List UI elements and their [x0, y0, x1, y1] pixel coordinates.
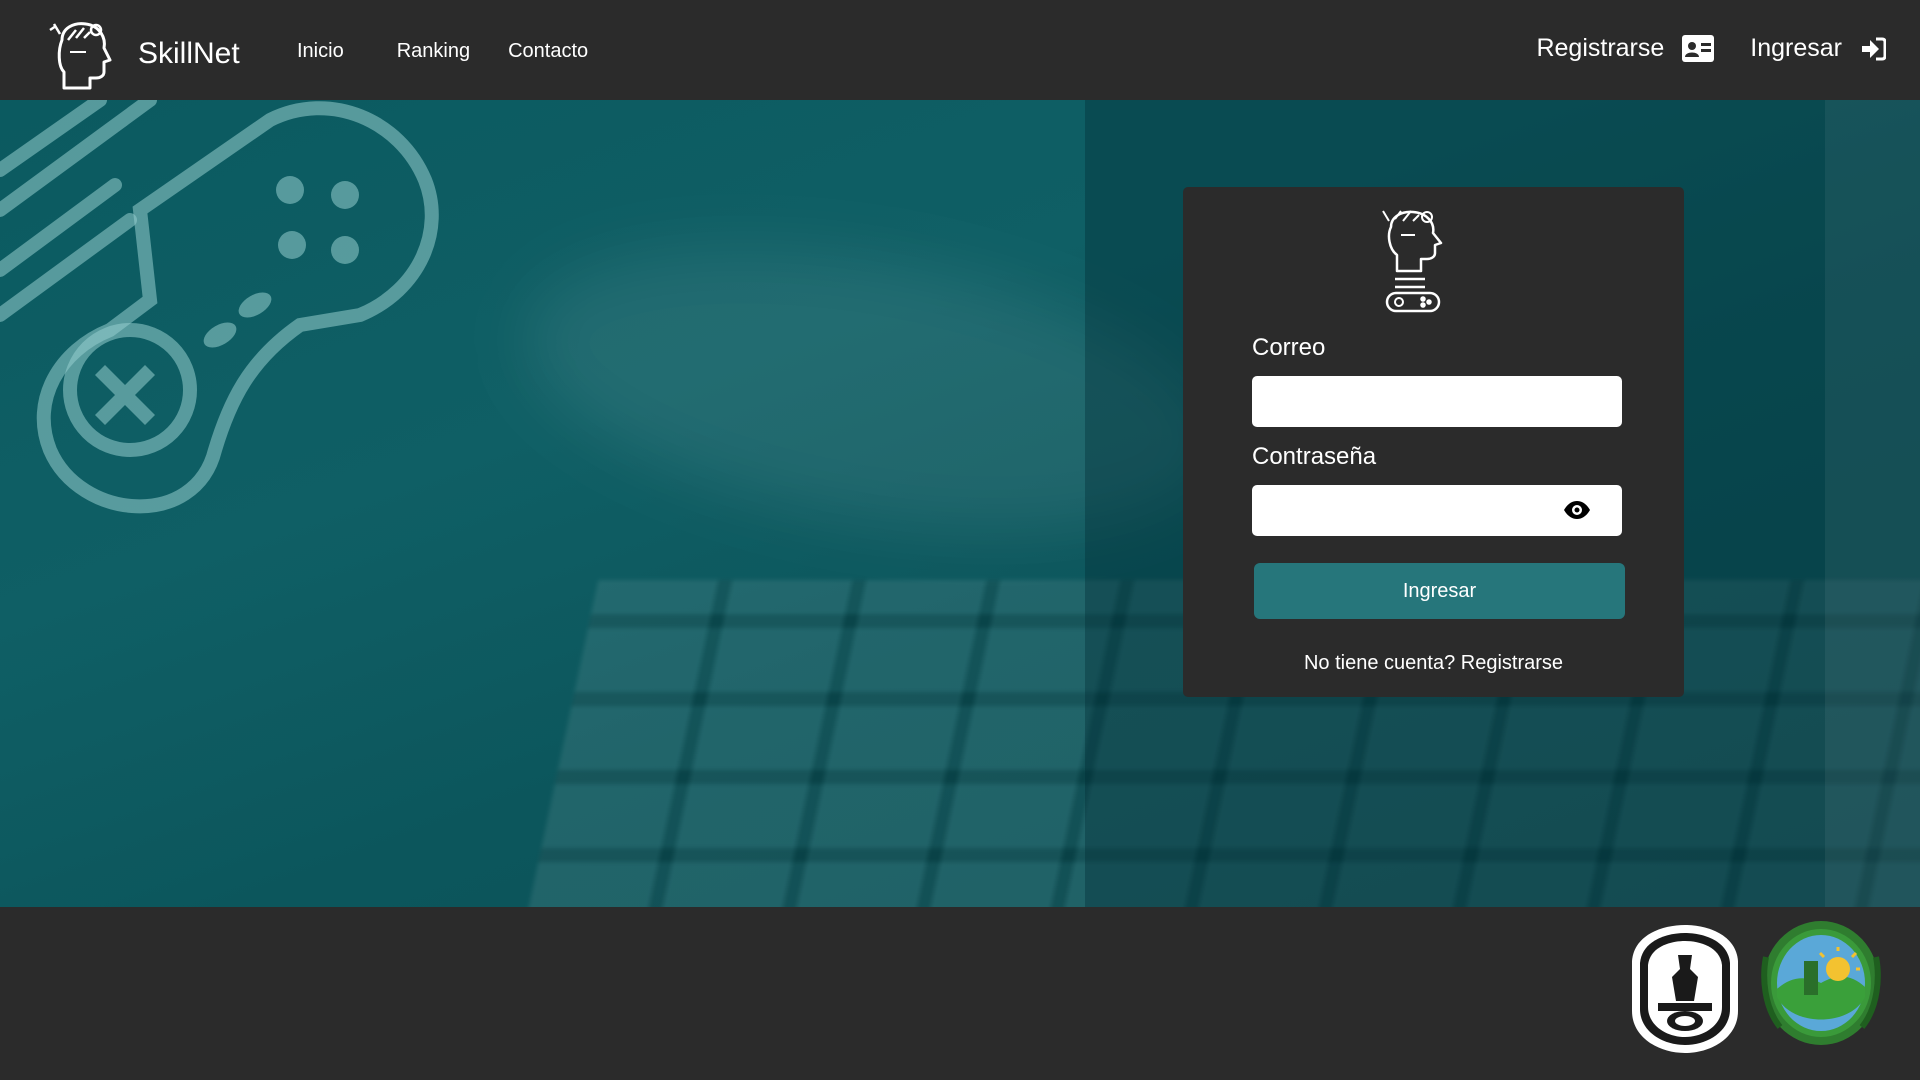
gamepad-icon: [0, 100, 439, 514]
nav-actions: Registrarse Ingresar: [1536, 34, 1886, 63]
navbar: SkillNet Inicio Ranking Contacto Registr…: [0, 0, 1920, 100]
provincial-seal: [1761, 921, 1881, 1045]
no-account-text: No tiene cuenta?: [1303, 652, 1456, 674]
register-link[interactable]: Registrarse: [1461, 652, 1563, 674]
password-label: Contraseña: [1252, 443, 1377, 470]
hero-edge: [1825, 100, 1920, 907]
nav-link-ranking[interactable]: Ranking: [397, 40, 470, 63]
nav-link-contacto[interactable]: Contacto: [508, 40, 588, 63]
login-card: Correo Contraseña Ingresar No tiene cuen…: [1183, 187, 1684, 697]
eye-icon[interactable]: [1563, 500, 1591, 520]
sign-in-icon: [1860, 37, 1886, 61]
nav-link-inicio[interactable]: Inicio: [297, 40, 344, 63]
register-nav-label: Registrarse: [1536, 34, 1665, 62]
login-nav-button[interactable]: Ingresar: [1750, 34, 1886, 63]
head-gamepad-icon: [1382, 210, 1443, 313]
email-label: Correo: [1252, 334, 1326, 361]
university-seal: [1632, 925, 1738, 1053]
register-prompt: No tiene cuenta? Registrarse: [1183, 652, 1684, 675]
main-nav: Inicio Ranking Contacto: [297, 40, 641, 63]
email-field[interactable]: [1252, 376, 1622, 427]
id-card-icon: [1682, 35, 1715, 62]
register-nav-button[interactable]: Registrarse: [1536, 34, 1715, 63]
footer: [0, 907, 1920, 1080]
brand-link[interactable]: SkillNet: [48, 18, 240, 90]
login-nav-label: Ingresar: [1750, 34, 1842, 62]
login-submit-button[interactable]: Ingresar: [1254, 563, 1625, 619]
head-idea-icon: [49, 22, 112, 90]
brand-name: SkillNet: [138, 37, 240, 70]
